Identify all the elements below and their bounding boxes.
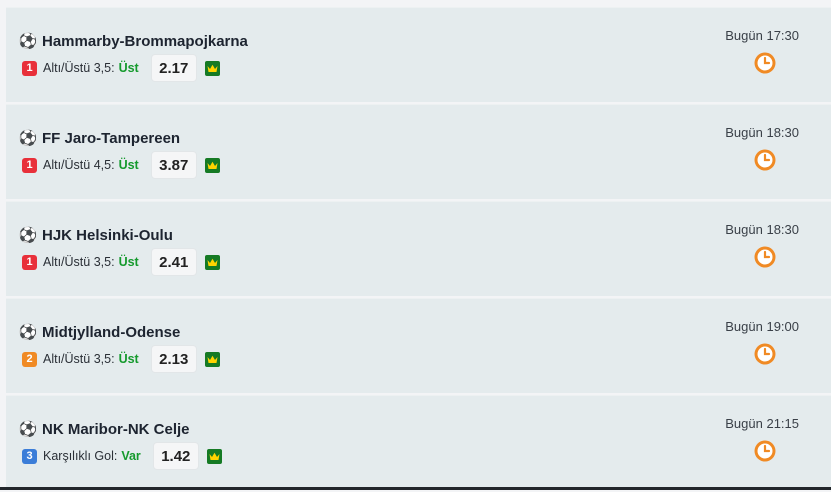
tip-rank-badge: 3 — [22, 448, 37, 464]
match-time: Bugün 18:30 — [725, 125, 799, 140]
match-row[interactable]: ⚽ HJK Helsinki-Oulu 1 Altı/Üstü 3,5: Üst… — [6, 201, 831, 296]
crown-icon — [204, 351, 220, 367]
match-title: ⚽ FF Jaro-Tampereen — [18, 129, 180, 147]
match-teams[interactable]: NK Maribor-NK Celje — [42, 421, 190, 438]
tip-rank-badge: 2 — [22, 351, 37, 367]
match-title: ⚽ Hammarby-Brommapojkarna — [18, 32, 248, 50]
odds-value[interactable]: 2.13 — [150, 345, 197, 373]
market-label: Altı/Üstü 3,5: — [43, 352, 115, 366]
crown-icon — [204, 157, 220, 173]
match-teams[interactable]: FF Jaro-Tampereen — [42, 130, 180, 147]
match-title: ⚽ NK Maribor-NK Celje — [18, 420, 190, 438]
tip-rank-badge: 1 — [22, 60, 37, 76]
crown-icon — [206, 448, 222, 464]
clock-icon — [754, 246, 776, 268]
tip-rank-badge: 1 — [22, 254, 37, 270]
match-title: ⚽ HJK Helsinki-Oulu — [18, 226, 173, 244]
clock-icon — [754, 440, 776, 462]
tip-row: 1 Altı/Üstü 3,5: Üst 2.17 — [22, 54, 220, 82]
top-bar — [0, 0, 831, 7]
pick-label: Üst — [118, 158, 139, 172]
tip-rank-badge: 1 — [22, 157, 37, 173]
soccer-ball-icon: ⚽ — [18, 323, 38, 341]
odds-value[interactable]: 3.87 — [150, 151, 197, 179]
tip-row: 2 Altı/Üstü 3,5: Üst 2.13 — [22, 345, 220, 373]
match-teams[interactable]: HJK Helsinki-Oulu — [42, 227, 173, 244]
soccer-ball-icon: ⚽ — [18, 32, 38, 50]
match-time: Bugün 21:15 — [725, 416, 799, 431]
match-time: Bugün 17:30 — [725, 28, 799, 43]
pick-label: Üst — [118, 255, 139, 269]
pick-label: Üst — [118, 61, 139, 75]
soccer-ball-icon: ⚽ — [18, 129, 38, 147]
odds-value[interactable]: 2.41 — [150, 248, 197, 276]
market-label: Karşılıklı Gol: — [43, 449, 118, 463]
pick-label: Var — [121, 449, 141, 463]
match-title: ⚽ Midtjylland-Odense — [18, 323, 181, 341]
match-row[interactable]: ⚽ Hammarby-Brommapojkarna 1 Altı/Üstü 3,… — [6, 7, 831, 102]
tip-row: 1 Altı/Üstü 3,5: Üst 2.41 — [22, 248, 220, 276]
match-teams[interactable]: Midtjylland-Odense — [42, 324, 180, 341]
match-list: ⚽ Hammarby-Brommapojkarna 1 Altı/Üstü 3,… — [6, 7, 831, 492]
match-teams[interactable]: Hammarby-Brommapojkarna — [42, 33, 248, 50]
match-row[interactable]: ⚽ Midtjylland-Odense 2 Altı/Üstü 3,5: Üs… — [6, 298, 831, 393]
clock-icon — [754, 149, 776, 171]
odds-value[interactable]: 1.42 — [152, 442, 199, 470]
match-time: Bugün 19:00 — [725, 319, 799, 334]
clock-icon — [754, 343, 776, 365]
crown-icon — [204, 254, 220, 270]
market-label: Altı/Üstü 3,5: — [43, 255, 115, 269]
crown-icon — [204, 60, 220, 76]
match-time: Bugün 18:30 — [725, 222, 799, 237]
soccer-ball-icon: ⚽ — [18, 226, 38, 244]
market-label: Altı/Üstü 3,5: — [43, 61, 115, 75]
tip-row: 3 Karşılıklı Gol: Var 1.42 — [22, 442, 222, 470]
clock-icon — [754, 52, 776, 74]
tip-row: 1 Altı/Üstü 4,5: Üst 3.87 — [22, 151, 220, 179]
match-row[interactable]: ⚽ FF Jaro-Tampereen 1 Altı/Üstü 4,5: Üst… — [6, 104, 831, 199]
market-label: Altı/Üstü 4,5: — [43, 158, 115, 172]
odds-value[interactable]: 2.17 — [150, 54, 197, 82]
pick-label: Üst — [118, 352, 139, 366]
match-row[interactable]: ⚽ NK Maribor-NK Celje 3 Karşılıklı Gol: … — [6, 395, 831, 490]
soccer-ball-icon: ⚽ — [18, 420, 38, 438]
